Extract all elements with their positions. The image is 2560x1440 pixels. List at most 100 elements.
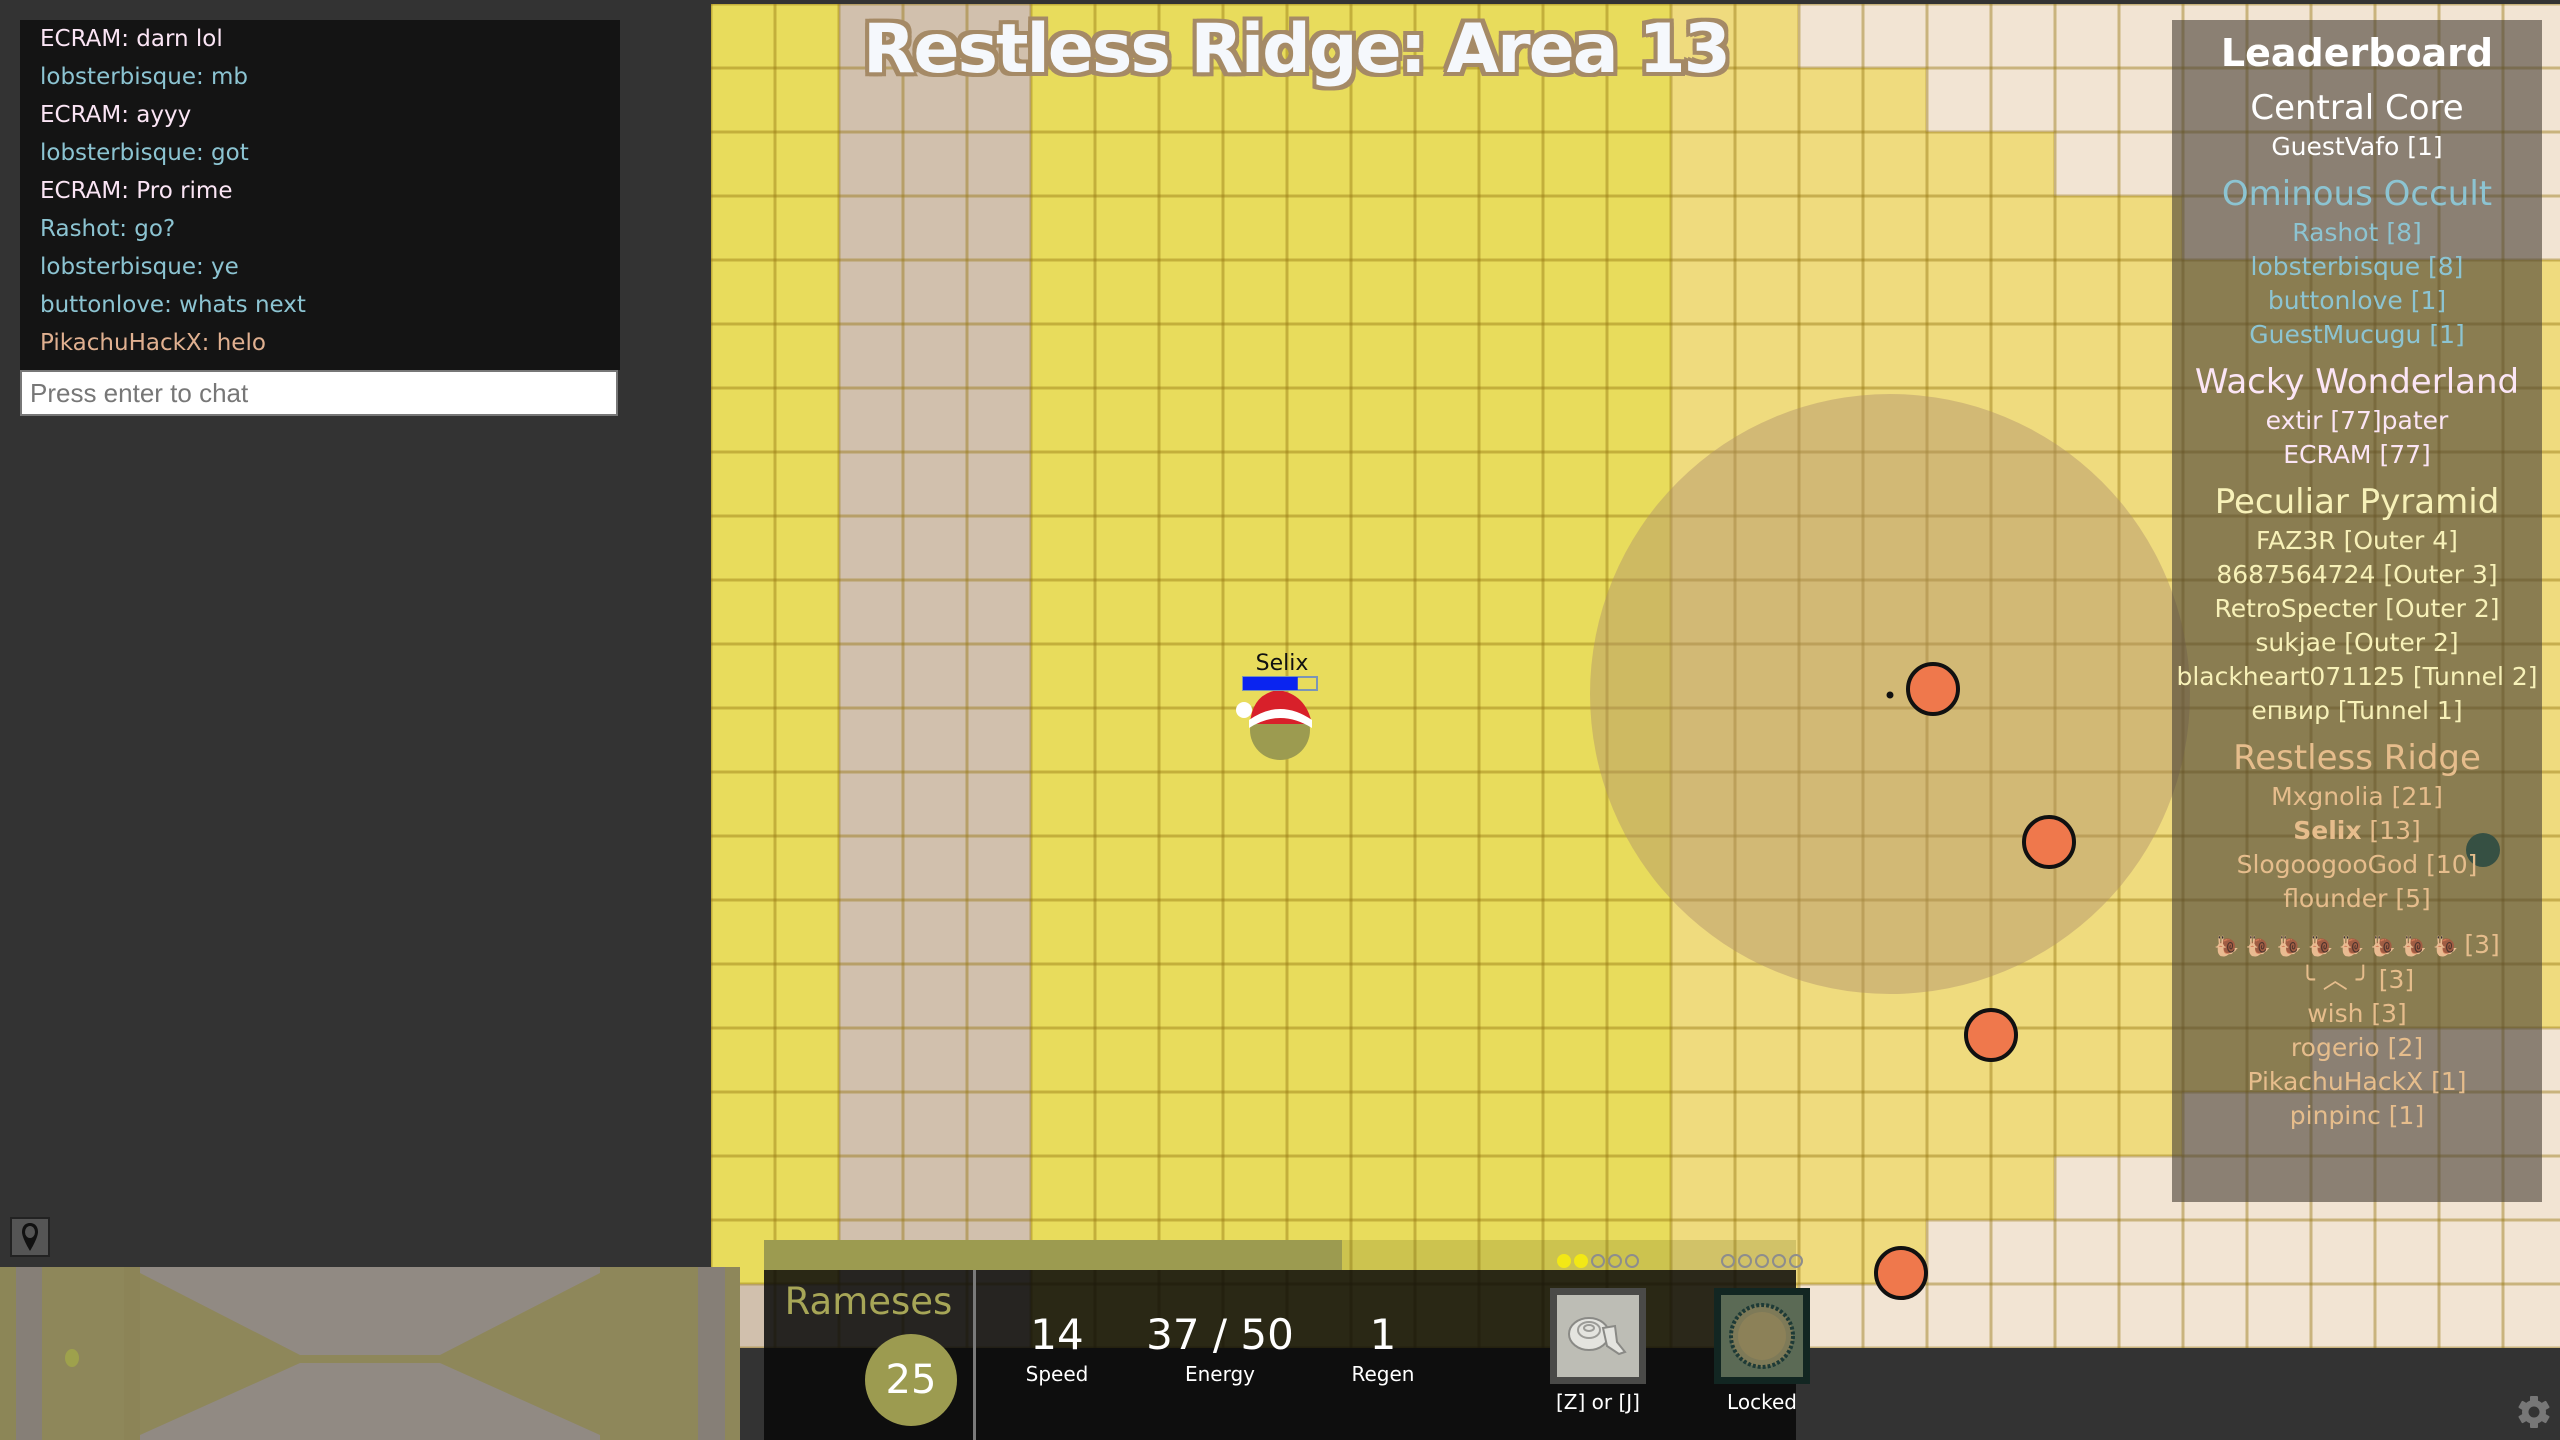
leaderboard-player: SlogoogooGod [10] [2172,848,2542,882]
leaderboard-player-level: [21] [2383,782,2443,811]
leaderboard-area: Ominous Occult Rashot [8] lobsterbisque [8… [2172,172,2542,352]
leaderboard-player: wish [3] [2172,997,2542,1031]
ability-2[interactable]: Locked [1712,1254,1812,1414]
chat-message: buttonlove: whats next [40,292,306,318]
leaderboard-areas: Central Core GuestVafo [1] Ominous Occult R… [2172,86,2542,916]
leaderboard-player-level: [77] [2371,440,2431,469]
leaderboard-player: RetroSpecter [Outer 2] [2172,592,2542,626]
hero-panel: Rameses 25 14 Speed 37 / 50 Energy 1 Reg… [764,1240,1810,1440]
ability-level-dot [1755,1254,1769,1268]
leaderboard-player-level: [3] [2363,999,2407,1028]
leaderboard-player: buttonlove [1] [2172,284,2542,318]
leaderboard-area-name: Restless Ridge [2233,738,2481,778]
stat-energy-label: Energy [1184,1362,1256,1386]
stat-speed-label: Speed [1025,1362,1089,1386]
settings-button[interactable] [2517,1395,2551,1429]
leaderboard-player-name: RetroSpecter [2214,594,2378,623]
stat-speed-value: 14 [1030,1310,1084,1359]
santa-hat-pompom [1236,702,1252,718]
leaderboard-player: rogerio [2] [2172,1031,2542,1065]
zone-cream [1926,1220,2560,1284]
ability-level-dot [1789,1254,1803,1268]
player-name-label: Selix [1256,651,1309,676]
stat-regen-value: 1 [1369,1310,1397,1359]
chat-input[interactable] [20,370,618,416]
enemy-ball [1906,662,1960,716]
minimap-zone [124,1267,140,1440]
chat-message: lobsterbisque: mb [40,64,249,90]
ability-level-dot [1738,1254,1752,1268]
leaderboard-player-level: [1] [2402,286,2447,315]
leaderboard-player-name: епвир [2251,696,2330,725]
leaderboard-player-name: GuestMucugu [2249,320,2422,349]
ability-1[interactable]: [Z] or [J] [1548,1254,1648,1414]
leaderboard-player-level: [8] [2420,252,2464,281]
stat-energy: 37 / 50 Energy [1140,1310,1300,1388]
leaderboard-player-level: [3] [2464,930,2500,959]
leaderboard-player: FAZ3R [Outer 4] [2172,524,2542,558]
hero-level-badge: 25 [865,1334,957,1426]
stat-speed: 14 Speed [1007,1310,1107,1388]
leaderboard-player: Rashot [8] [2172,216,2542,250]
leaderboard: Leaderboard Central Core GuestVafo [1] Omi… [2172,20,2542,1202]
leaderboard-player-name: Selix [2293,816,2362,845]
leaderboard-player: flounder [5] [2172,882,2542,916]
ability-1-level-dots [1548,1254,1648,1272]
ability-1-key-label: [Z] or [J] [1556,1390,1640,1414]
enemy-ball [1964,1008,2018,1062]
minimap[interactable] [0,1267,740,1440]
leaderboard-player-level: [Outer 2] [2336,628,2459,657]
leaderboard-player-level: [1] [2380,1101,2425,1130]
leaderboard-player-level: [1] [2399,132,2443,161]
map-pin-button[interactable] [10,1217,50,1257]
hero-divider [973,1270,976,1440]
leaderboard-area-name: Ominous Occult [2221,174,2493,214]
snail-shell-icon [1568,1317,1627,1356]
leaderboard-player-name: wish [2307,999,2364,1028]
leaderboard-player-name: 🐌 🐌 🐌 🐌 🐌 🐌 🐌 🐌 [2214,934,2465,958]
stat-regen-label: Regen [1351,1362,1415,1386]
gear-icon [2518,1396,2550,1428]
minimap-player-dot [65,1349,79,1367]
minimap-drawing [0,1267,740,1440]
leaderboard-player-name: 8687564724 [2216,560,2376,589]
leaderboard-player-name: blackheart071125 [2176,662,2405,691]
leaderboard-player-name: extir [2265,406,2323,435]
leaderboard-player-level: [8] [2378,218,2422,247]
leaderboard-player: GuestMucugu [1] [2172,318,2542,352]
ability-1-button[interactable] [1550,1288,1646,1384]
leaderboard-player-level: [77]pater [2322,406,2449,435]
leaderboard-player: GuestVafo [1] [2172,130,2542,164]
chat-message: ECRAM: ayyy [40,102,192,128]
leaderboard-player: PikachuHackX [1] [2172,1065,2542,1099]
ability-level-dot [1721,1254,1735,1268]
leaderboard-area: Restless Ridge Mxgnolia [21] Selix [13] Slo… [2172,736,2542,916]
leaderboard-player-name: pinpinc [2289,1101,2381,1130]
leaderboard-player: Mxgnolia [21] [2172,780,2542,814]
chat-message: ECRAM: darn lol [40,26,223,52]
leaderboard-player-name: SlogoogooGod [2236,850,2419,879]
leaderboard-player-level: [5] [2387,884,2431,913]
ability-2-level-dots [1712,1254,1812,1272]
leaderboard-player: Selix [13] [2172,814,2542,848]
leaderboard-area-name: Wacky Wonderland [2194,362,2520,402]
leaderboard-player-level: [Outer 4] [2335,526,2458,555]
player-energy-fill [1243,677,1298,690]
aura-center-dot [1886,691,1894,699]
leaderboard-area-name: Peculiar Pyramid [2214,482,2500,522]
leaderboard-area: Central Core GuestVafo [1] [2172,86,2542,164]
minimap-zone [0,1267,16,1440]
leaderboard-player: pinpinc [1] [2172,1099,2542,1133]
leaderboard-player-name: Mxgnolia [2271,782,2384,811]
leaderboard-player-level: [1] [2423,1067,2467,1096]
ability-2-button[interactable] [1714,1288,1810,1384]
enemy-ball [1874,1246,1928,1300]
chat-messages: ECRAM: darn lol lobsterbisque: mb ECRAM: a… [20,20,620,362]
leaderboard-player: extir [77]pater [2172,404,2542,438]
leaderboard-player-level: [2] [2379,1033,2424,1062]
chat-panel: ECRAM: darn lol lobsterbisque: mb ECRAM: a… [20,20,620,370]
leaderboard-player-level: [Tunnel 2] [2404,662,2538,691]
leaderboard-player: ECRAM [77] [2172,438,2542,472]
ability-level-dot [1591,1254,1605,1268]
leaderboard-player-level: [Tunnel 1] [2329,696,2463,725]
